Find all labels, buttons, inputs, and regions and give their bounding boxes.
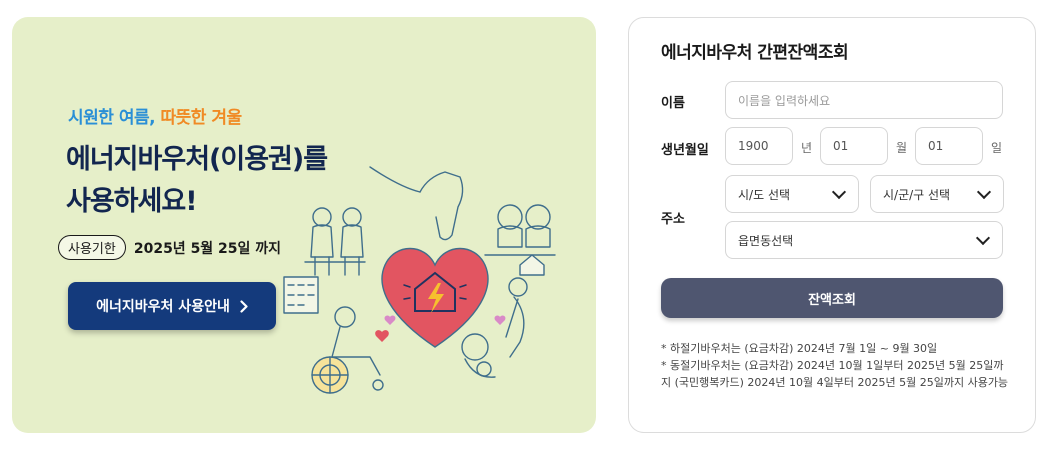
banner-tagline: 시원한 여름, 따뜻한 겨울 [68,103,242,128]
chevron-down-icon [975,230,991,245]
sido-select-value: 시/도 선택 [738,187,791,202]
student-figure-2 [342,207,362,227]
wheelchair-person-figure [334,306,356,328]
name-label: 이름 [661,96,685,111]
chevron-down-icon [976,184,992,199]
eupmyeondong-select[interactable]: 읍면동선택 [725,221,1003,259]
tagline-summer: 시원한 여름, [68,108,156,128]
summer-voucher-note: * 하절기바우처는 (요금차감) 2024년 7월 1일 ~ 9월 30일 [661,342,938,355]
student-figure-1 [312,207,332,227]
card-title: 에너지바우처 간편잔액조회 [661,43,849,63]
balance-inquiry-button[interactable]: 잔액조회 [661,278,1003,318]
birth-month-input[interactable]: 01 [820,127,888,165]
chevron-down-icon [831,184,847,199]
child-figure [476,361,492,377]
parent-figure [461,333,489,361]
small-heart-3 [494,315,506,325]
voucher-notes: * 하절기바우처는 (요금차감) 2024년 7월 1일 ~ 9월 30일 * … [661,340,1011,391]
pregnant-woman-figure [508,277,528,297]
period-text: 2025년 5월 25일 까지 [133,240,282,257]
sido-select[interactable]: 시/도 선택 [725,175,859,213]
month-unit: 월 [896,141,908,155]
eupmyeondong-select-value: 읍면동선택 [738,233,794,248]
energy-heart-illustration [283,166,556,394]
year-unit: 년 [801,141,813,155]
tagline-winter: 따뜻한 겨울 [160,108,243,128]
winter-voucher-note: * 동절기바우처는 (요금차감) 2024년 10월 1일부터 2025년 5월… [661,359,1009,389]
chevron-right-icon [240,299,248,313]
balance-inquiry-card: 에너지바우처 간편잔액조회 이름 이름을 입력하세요 생년월일 1900 년 0… [628,17,1036,433]
period-badge: 사용기한 [58,235,126,260]
birth-year-input[interactable]: 1900 [725,127,793,165]
birth-label: 생년월일 [661,143,709,158]
usage-guide-label: 에너지바우처 사용안내 [96,299,230,315]
energy-voucher-banner[interactable]: 시원한 여름, 따뜻한 겨울 에너지바우처(이용권)를 사용하세요! 사용기한 … [12,17,596,433]
small-heart-1 [375,330,389,342]
small-heart-2 [384,315,396,325]
sigungu-select[interactable]: 시/군/구 선택 [870,175,1004,213]
day-unit: 일 [991,141,1003,155]
name-input[interactable]: 이름을 입력하세요 [725,81,1003,119]
usage-guide-button[interactable]: 에너지바우처 사용안내 [68,282,276,330]
usage-period: 사용기한 2025년 5월 25일 까지 [58,235,281,260]
sigungu-select-value: 시/군/구 선택 [883,187,951,202]
birth-day-input[interactable]: 01 [915,127,983,165]
address-label: 주소 [661,212,685,227]
